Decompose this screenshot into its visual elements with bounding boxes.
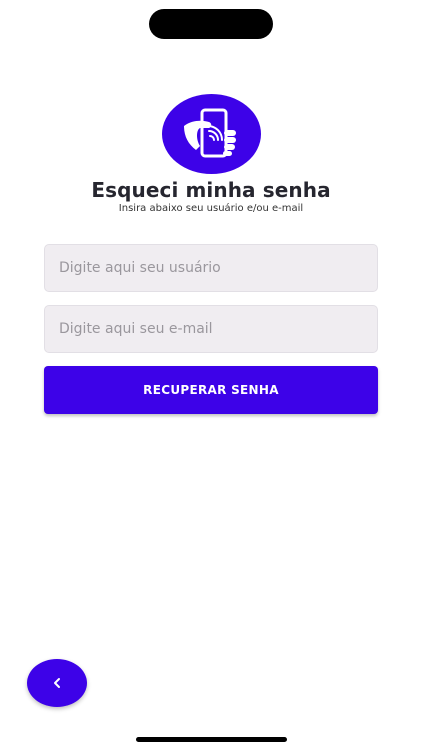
camera-notch xyxy=(149,9,273,39)
chevron-left-icon xyxy=(54,678,60,688)
logo xyxy=(162,94,261,174)
username-field[interactable] xyxy=(44,244,378,292)
back-button[interactable] xyxy=(27,659,87,707)
email-field[interactable] xyxy=(44,305,378,353)
recover-password-button[interactable]: RECUPERAR SENHA xyxy=(44,366,378,414)
phone-in-hand-icon xyxy=(183,108,236,158)
page-title: Esqueci minha senha xyxy=(91,178,331,202)
page-subtitle: Insira abaixo seu usuário e/ou e-mail xyxy=(118,203,304,214)
home-indicator xyxy=(136,737,287,742)
